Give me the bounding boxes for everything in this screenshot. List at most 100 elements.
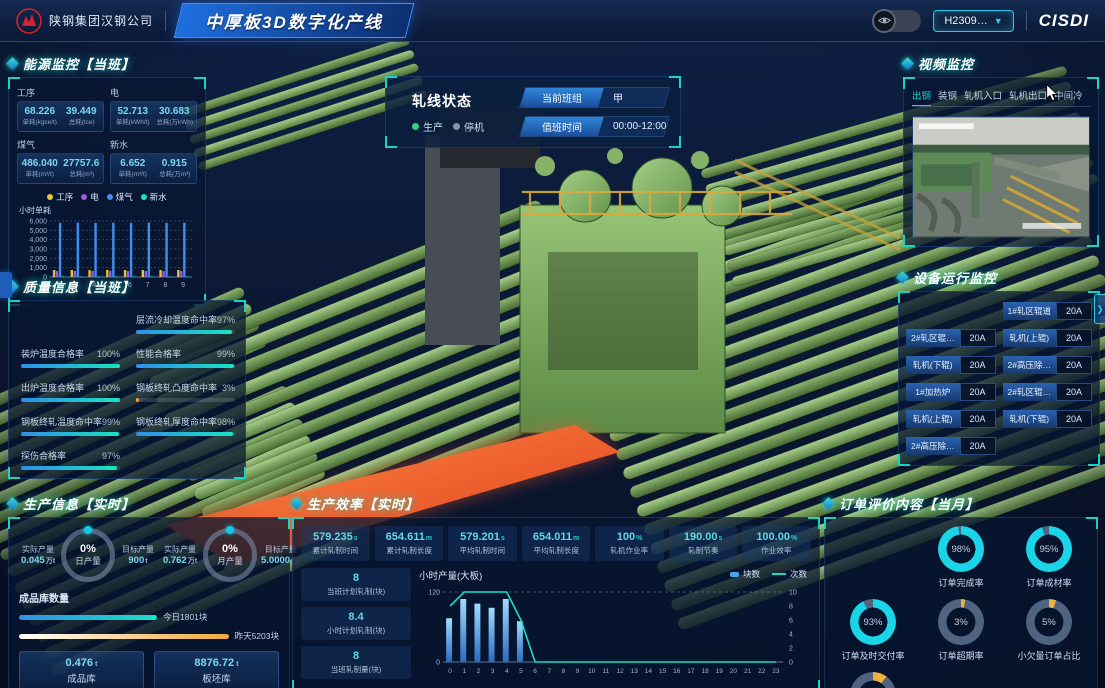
svg-text:4: 4 bbox=[505, 668, 509, 675]
divider bbox=[1026, 11, 1027, 31]
svg-text:23: 23 bbox=[772, 668, 780, 675]
svg-text:3: 3 bbox=[491, 668, 495, 675]
svg-text:10: 10 bbox=[588, 668, 596, 675]
monthly-output-gauge: 实际产量 0.762万t 0% 月产量 目标产量 5.0000万t bbox=[161, 528, 300, 582]
plan-tile: 8当班计划轧制(块) bbox=[301, 568, 411, 601]
diamond-icon bbox=[6, 57, 19, 70]
video-tab[interactable]: 出钢 bbox=[912, 88, 931, 102]
device-status-cell[interactable]: 2#高压除…20A bbox=[1003, 356, 1093, 374]
svg-text:22: 22 bbox=[758, 668, 766, 675]
gauge-ring: 0% 日产量 bbox=[61, 528, 115, 582]
hourly-output-chart: 0120024681001234567891011121314151617181… bbox=[419, 582, 811, 682]
svg-text:9: 9 bbox=[576, 668, 580, 675]
svg-text:1,000: 1,000 bbox=[29, 265, 47, 272]
production-info-panel: 生产信息【实时】 实际产量 0.045万t 0% 日产量 目标产量 900t 实… bbox=[8, 494, 290, 688]
svg-text:6: 6 bbox=[789, 618, 793, 625]
camera-tabs: 出钢 装钢 轧机入口 轧机出口 中间冷 电加热 bbox=[912, 88, 1090, 107]
visibility-toggle[interactable] bbox=[873, 10, 921, 32]
efficiency-panel: 生产效率【实时】 579.235s累计轧制时间 654.611m累计轧制长度 5… bbox=[292, 494, 820, 688]
efficiency-stat: 100%轧机作业率 bbox=[595, 526, 664, 561]
svg-text:10: 10 bbox=[789, 590, 797, 597]
inventory-bar-yesterday: 昨天5203块 bbox=[19, 630, 279, 642]
device-status-cell[interactable]: 轧机(下辊)20A bbox=[1003, 410, 1093, 428]
order-donut: 5%小欠量订单占比 bbox=[1007, 599, 1091, 662]
video-monitor-panel: 视频监控 出钢 装钢 轧机入口 轧机出口 中间冷 电加热 bbox=[903, 54, 1099, 247]
equipment-monitor-panel: 设备运行监控 1#轧区辊道20A 2#轧区辊…20A 轧机(上辊)20A 轧机(… bbox=[898, 268, 1100, 466]
quality-metric: 钢板终轧凸度命中率3% bbox=[136, 381, 235, 402]
company-logo-icon bbox=[16, 8, 42, 34]
quality-metric: 层流冷却温度命中率97% bbox=[136, 313, 235, 334]
video-tab[interactable]: 中间冷 bbox=[1054, 88, 1083, 102]
energy-group: 新水 6.652单耗(m³/t) 0.915总耗(万m³) bbox=[110, 138, 197, 184]
svg-text:0: 0 bbox=[789, 660, 793, 667]
device-status-cell[interactable]: 轧机(上辊)20A bbox=[906, 410, 996, 428]
gray-dot-icon bbox=[453, 123, 460, 130]
bar-legend-icon bbox=[730, 572, 739, 577]
hourly-chart-legend: 块数 次数 bbox=[730, 568, 807, 580]
plan-tile: 8.4小时计划轧制(块) bbox=[301, 607, 411, 640]
svg-text:16: 16 bbox=[673, 668, 681, 675]
panel-collapse-arrow[interactable]: ❯ bbox=[1094, 294, 1105, 324]
quality-metric: 钢板终轧温度命中率99% bbox=[21, 415, 120, 436]
device-status-cell[interactable]: 1#轧区辊道20A bbox=[1003, 302, 1093, 320]
efficiency-stat: 654.011m平均轧制长度 bbox=[522, 526, 591, 561]
page-title-plate: 中厚板3D数字化产线 bbox=[174, 3, 414, 38]
dashboard-root: 陕钢集团汉钢公司 中厚板3D数字化产线 H2309… ▼ CISDI 能源监控【… bbox=[0, 0, 1105, 688]
svg-text:2: 2 bbox=[477, 668, 481, 675]
gauge-ring: 0% 月产量 bbox=[203, 528, 257, 582]
shift-team-row: 当前班组 甲 bbox=[519, 87, 670, 108]
divider bbox=[165, 11, 166, 31]
order-donut: 98%订单完成率 bbox=[919, 526, 1003, 589]
video-tab[interactable]: 装钢 bbox=[938, 88, 957, 102]
device-status-cell[interactable]: 轧机(下辊)20A bbox=[906, 356, 996, 374]
device-status-cell[interactable]: 2#轧区辊…20A bbox=[906, 329, 996, 347]
diamond-icon bbox=[290, 497, 303, 510]
quality-metric: 探伤合格率97% bbox=[21, 449, 120, 470]
panel-title: 质量信息【当班】 bbox=[23, 277, 135, 296]
device-status-cell[interactable]: 2#轧区辊…20A bbox=[1003, 383, 1093, 401]
legend-production: 生产 bbox=[412, 119, 443, 134]
order-donut: 10%质量订单占比 bbox=[831, 672, 915, 688]
company-logo-block: 陕钢集团汉钢公司 bbox=[16, 8, 153, 34]
diamond-icon bbox=[896, 271, 909, 284]
svg-text:0: 0 bbox=[436, 660, 440, 667]
svg-text:8: 8 bbox=[562, 668, 566, 675]
energy-group: 煤气 486.040单耗(m³/t) 27757.6总耗(m³) bbox=[17, 138, 104, 184]
svg-text:120: 120 bbox=[428, 590, 440, 597]
svg-text:13: 13 bbox=[631, 668, 639, 675]
inventory-label: 成品库数量 bbox=[19, 590, 279, 605]
diamond-icon bbox=[6, 497, 19, 510]
legend-dot bbox=[141, 194, 147, 200]
cctv-video-frame[interactable] bbox=[912, 116, 1090, 238]
svg-text:2: 2 bbox=[789, 646, 793, 653]
order-donut: 95%订单成材率 bbox=[1007, 526, 1091, 589]
quality-metric: 钢板终轧厚度命中率98% bbox=[136, 415, 235, 436]
dropdown-value: H2309… bbox=[944, 15, 987, 27]
svg-text:3,000: 3,000 bbox=[29, 247, 47, 254]
cisdi-logo: CISDI bbox=[1039, 11, 1089, 31]
quality-info-panel: 质量信息【当班】 层流冷却温度命中率97% 装炉温度合格率100% 性能合格率9… bbox=[8, 277, 246, 479]
device-status-cell[interactable]: 2#高压除…20A bbox=[906, 437, 996, 455]
video-tab[interactable]: 轧机入口 bbox=[964, 88, 1002, 102]
efficiency-stat: 579.201s平均轧制时间 bbox=[448, 526, 517, 561]
inventory-bar-today: 今日1801块 bbox=[19, 611, 279, 623]
panel-title: 订单评价内容【当月】 bbox=[839, 494, 979, 513]
panel-collapse-tab[interactable] bbox=[0, 272, 12, 298]
svg-text:17: 17 bbox=[687, 668, 695, 675]
heat-number-dropdown[interactable]: H2309… ▼ bbox=[933, 10, 1013, 32]
energy-group: 电 52.713单耗(kWh/t) 30.683总耗(万kWh) bbox=[110, 86, 197, 132]
svg-text:1: 1 bbox=[462, 668, 466, 675]
order-donut: 93%订单及时交付率 bbox=[831, 599, 915, 662]
device-status-cell[interactable]: 轧机(上辊)20A bbox=[1003, 329, 1093, 347]
svg-text:20: 20 bbox=[730, 668, 738, 675]
device-status-cell[interactable]: 1#加热炉20A bbox=[906, 383, 996, 401]
order-donut: 3%订单超期率 bbox=[919, 599, 1003, 662]
quality-metric: 装炉温度合格率100% bbox=[21, 347, 120, 368]
svg-text:5,000: 5,000 bbox=[29, 228, 47, 235]
video-tab[interactable]: 轧机出口 bbox=[1009, 88, 1047, 102]
order-evaluation-panel: 订单评价内容【当月】 98%订单完成率 95%订单成材率 93%订单及时交付率 … bbox=[824, 494, 1098, 688]
efficiency-stat: 579.235s累计轧制时间 bbox=[301, 526, 370, 561]
legend-dot bbox=[107, 194, 113, 200]
svg-text:5: 5 bbox=[519, 668, 523, 675]
panel-title: 生产效率【实时】 bbox=[307, 494, 419, 513]
